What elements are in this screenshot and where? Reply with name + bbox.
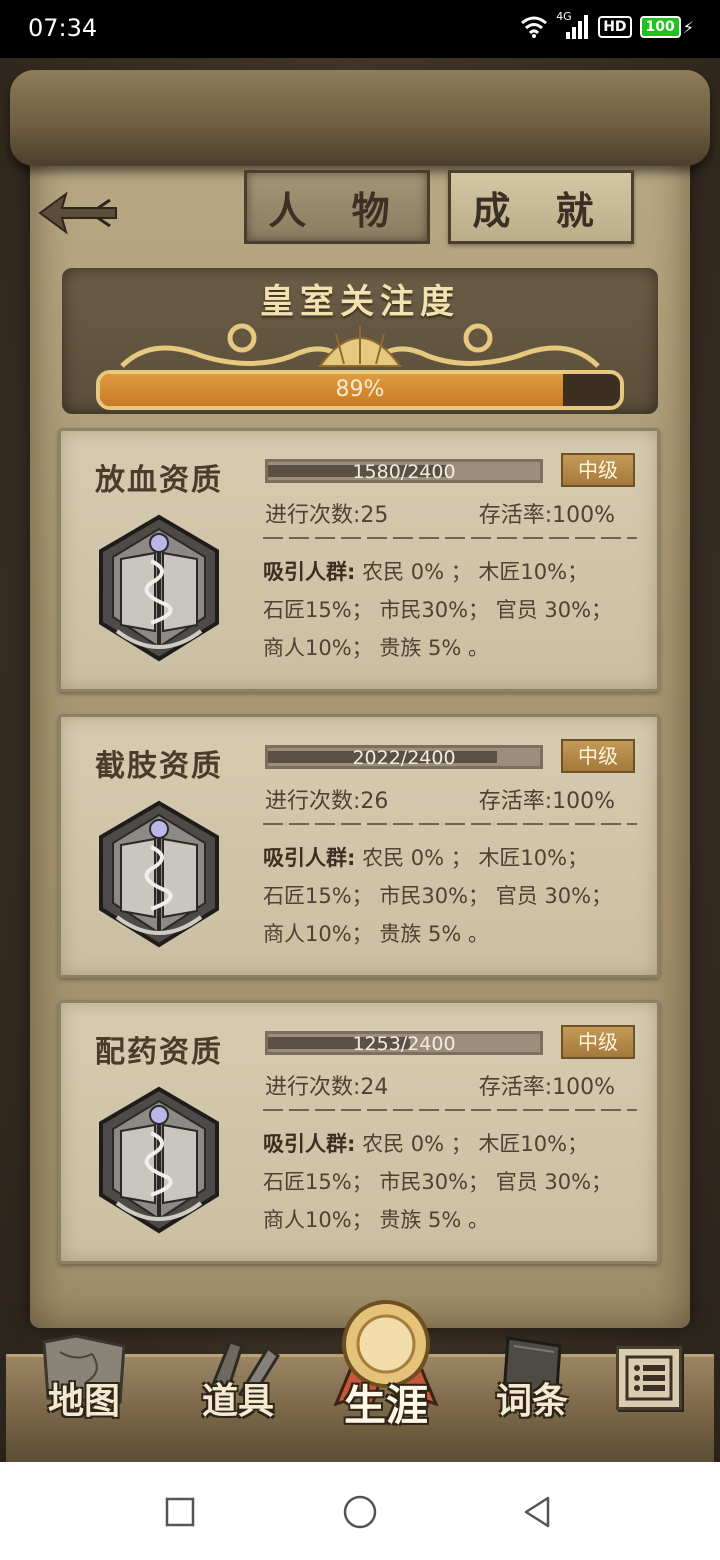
divider	[263, 823, 637, 825]
attract-line: 农民 0% ； 木匠10%；	[355, 1132, 589, 1156]
status-bar: 07:34 4G HD 100 ⚡	[0, 0, 720, 58]
recent-apps-icon[interactable]	[160, 1492, 200, 1532]
tab-achievements[interactable]: 成 就	[448, 170, 634, 244]
attract-line: 商人10%； 贵族 5% 。	[263, 1208, 490, 1232]
skill-progress-text: 2022/2400	[352, 747, 456, 769]
hd-badge: HD	[598, 16, 632, 38]
attract-line: 农民 0% ； 木匠10%；	[355, 846, 589, 870]
skill-card-medicine: 配药资质 1253/2400 中级 进行次数:24 存活率:100% 吸引人群:…	[58, 1000, 660, 1264]
skill-title: 配药资质	[95, 1035, 223, 1070]
nav-career[interactable]: 生涯	[316, 1296, 456, 1433]
nav-glossary[interactable]: 词条	[482, 1332, 582, 1424]
list-icon	[625, 1355, 673, 1401]
home-icon[interactable]	[340, 1492, 380, 1532]
nav-map-label: 地图	[47, 1380, 120, 1422]
nav-career-label: 生涯	[343, 1381, 428, 1430]
battery-level: 100	[639, 16, 681, 38]
bottom-nav: 地图 道具 生涯 词条	[0, 1296, 720, 1462]
divider	[263, 537, 637, 539]
status-icons: 4G HD 100 ⚡	[520, 10, 694, 40]
skill-attract-text: 吸引人群: 农民 0% ； 木匠10%； 石匠15%； 市民30%； 官员 30…	[263, 1125, 643, 1239]
tab-people[interactable]: 人 物	[244, 170, 430, 244]
skill-title: 放血资质	[95, 463, 223, 498]
skill-attract-text: 吸引人群: 农民 0% ； 木匠10%； 石匠15%； 市民30%； 官员 30…	[263, 553, 643, 667]
tab-achievements-label: 成 就	[472, 187, 610, 233]
attract-line: 商人10%； 贵族 5% 。	[263, 922, 490, 946]
nav-items[interactable]: 道具	[188, 1332, 288, 1424]
attract-line: 农民 0% ； 木匠10%；	[355, 560, 589, 584]
skill-level-badge: 中级	[561, 739, 635, 773]
skill-count: 进行次数:24	[265, 1075, 389, 1100]
nav-glossary-label: 词条	[495, 1380, 568, 1422]
wifi-icon	[521, 16, 548, 38]
system-nav-bar	[0, 1462, 720, 1560]
scroll-roll	[10, 70, 710, 166]
attract-label: 吸引人群:	[263, 560, 356, 584]
skill-progress-text: 1253/2400	[352, 1033, 456, 1055]
attract-label: 吸引人群:	[263, 1132, 356, 1156]
skill-survival-rate: 存活率:100%	[478, 503, 615, 528]
charging-icon: ⚡	[682, 17, 694, 37]
ornament-scroll-icon	[120, 323, 600, 368]
skill-attract-text: 吸引人群: 农民 0% ； 木匠10%； 石匠15%； 市民30%； 官员 30…	[263, 839, 643, 953]
skill-level-badge: 中级	[561, 453, 635, 487]
skill-progress-bar: 1580/2400	[265, 459, 543, 483]
skill-progress-bar: 1253/2400	[265, 1031, 543, 1055]
skill-survival-rate: 存活率:100%	[478, 1075, 615, 1100]
skill-card-amputation: 截肢资质 2022/2400 中级 进行次数:26 存活率:100% 吸引人群:…	[58, 714, 660, 978]
caduceus-emblem-icon	[99, 800, 219, 948]
royal-attention-percent: 89%	[335, 377, 385, 402]
royal-attention-panel: 皇室关注度 89%	[62, 268, 658, 414]
skill-count: 进行次数:25	[265, 503, 389, 528]
skill-title: 截肢资质	[95, 749, 223, 784]
attract-line: 石匠15%； 市民30%； 官员 30%；	[263, 1170, 613, 1194]
nav-items-label: 道具	[201, 1380, 274, 1422]
caduceus-emblem-icon	[99, 1086, 219, 1234]
skill-survival-rate: 存活率:100%	[478, 789, 615, 814]
back-arrow-icon[interactable]	[36, 186, 120, 240]
menu-list-button[interactable]	[616, 1346, 682, 1410]
divider	[263, 1109, 637, 1111]
signal-icon: 4G	[556, 10, 590, 40]
status-time: 07:34	[28, 14, 98, 42]
attract-line: 商人10%； 贵族 5% 。	[263, 636, 490, 660]
game-area: 人 物 成 就 皇室关注度 89% 放血资质 1580/2400 中级 进行次数…	[0, 58, 720, 1462]
battery-icon: 100 ⚡	[639, 16, 694, 38]
skill-count: 进行次数:26	[265, 789, 389, 814]
skill-progress-text: 1580/2400	[352, 461, 456, 483]
royal-attention-bar: 89%	[96, 370, 624, 410]
skill-level-badge: 中级	[561, 1025, 635, 1059]
tab-people-label: 人 物	[268, 187, 406, 233]
skill-card-bloodletting: 放血资质 1580/2400 中级 进行次数:25 存活率:100% 吸引人群:…	[58, 428, 660, 692]
nav-map[interactable]: 地图	[34, 1332, 134, 1424]
attract-label: 吸引人群:	[263, 846, 356, 870]
back-icon[interactable]	[518, 1492, 558, 1532]
attract-line: 石匠15%； 市民30%； 官员 30%；	[263, 598, 613, 622]
skill-progress-bar: 2022/2400	[265, 745, 543, 769]
attract-line: 石匠15%； 市民30%； 官员 30%；	[263, 884, 613, 908]
caduceus-emblem-icon	[99, 514, 219, 662]
